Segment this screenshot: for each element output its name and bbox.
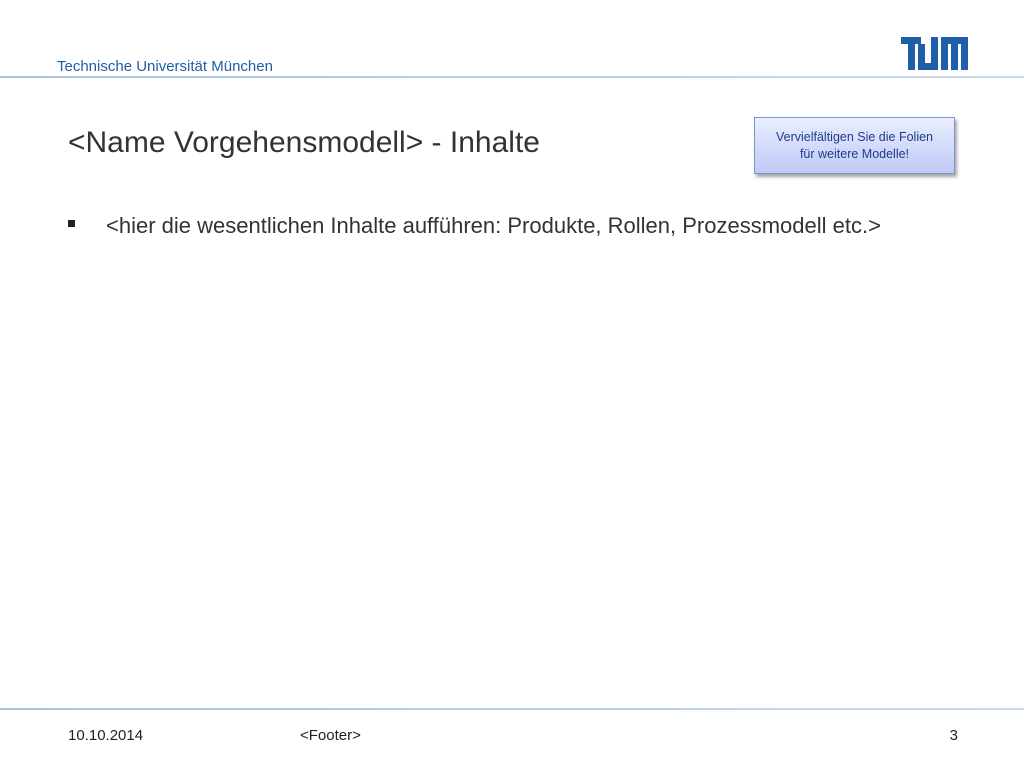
bullet-text: <hier die wesentlichen Inhalte aufführen… [106,213,881,238]
page-number: 3 [949,727,958,744]
slide-title: <Name Vorgehensmodell> - Inhalte [68,126,540,159]
note-box-line-2: für weitere Modelle! [799,146,910,161]
footer-text: <Footer> [300,727,361,744]
footer-date: 10.10.2014 [68,727,144,744]
footer-divider [0,708,1024,710]
note-box: Vervielfältigen Sie die Folien für weite… [754,117,955,174]
university-name: Technische Universität München [57,58,273,75]
note-box-line-1: Vervielfältigen Sie die Folien [775,129,934,144]
tum-logo-icon [901,37,968,70]
square-bullet-icon [68,220,75,227]
header-divider [0,76,1024,78]
